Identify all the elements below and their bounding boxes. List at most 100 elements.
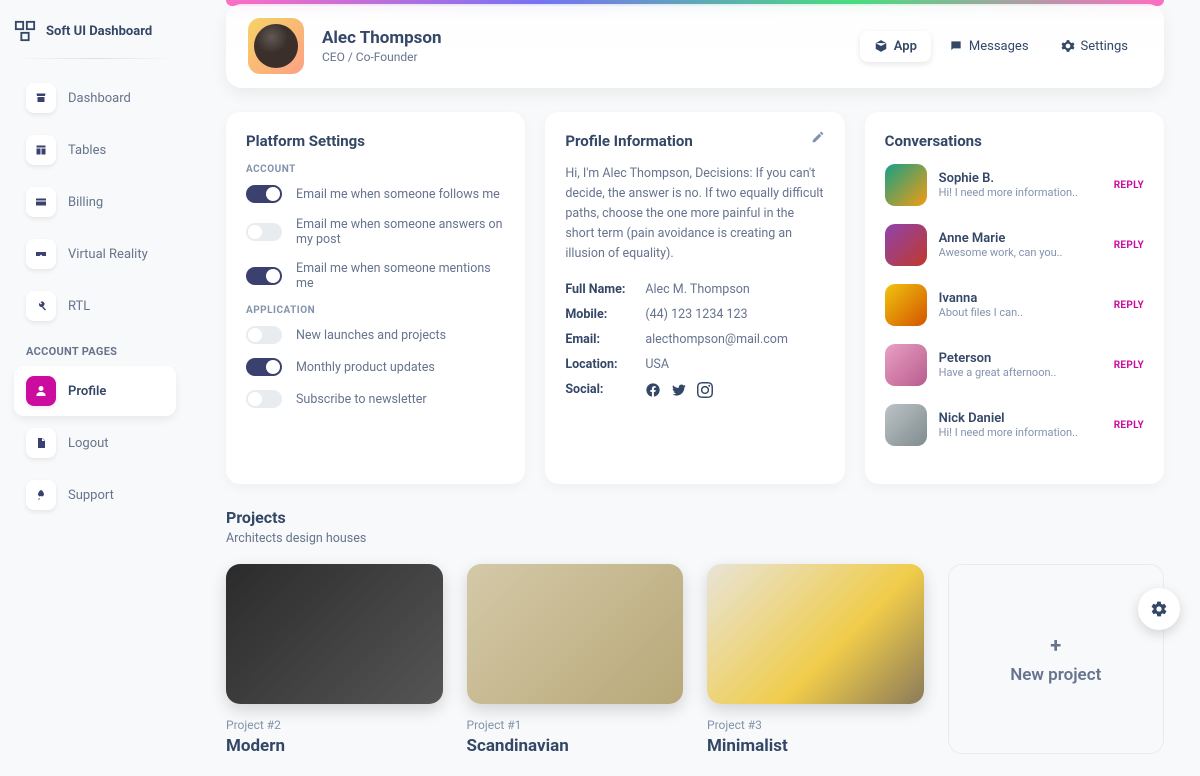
section-label: APPLICATION <box>246 305 505 316</box>
tab-app[interactable]: App <box>860 31 931 62</box>
profile-name: Alec Thompson <box>322 28 442 48</box>
conversation-message: Awesome work, can you.. <box>939 246 1102 259</box>
conversation-row: IvannaAbout files I can.. REPLY <box>885 284 1144 326</box>
nav-label: Virtual Reality <box>68 247 148 262</box>
info-row: Email:alecthompson@mail.com <box>565 332 824 347</box>
toggle-switch[interactable] <box>246 223 282 241</box>
facebook-icon[interactable] <box>645 382 661 398</box>
avatar[interactable] <box>885 224 927 266</box>
toggle-label: New launches and projects <box>296 328 446 343</box>
project-name: Scandinavian <box>467 736 684 756</box>
project-name: Modern <box>226 736 443 756</box>
toggle-row: Subscribe to newsletter <box>246 390 505 408</box>
project-card[interactable]: Project #3Minimalist <box>707 564 924 756</box>
tab-label: Settings <box>1081 39 1128 54</box>
instagram-icon[interactable] <box>697 382 713 398</box>
sidebar-item-support[interactable]: Support <box>14 470 176 520</box>
sidebar: Soft UI Dashboard Dashboard Tables Billing… <box>0 0 190 776</box>
nav-label: Profile <box>68 384 106 399</box>
nav-label: Tables <box>68 143 106 158</box>
card-title: Platform Settings <box>246 132 505 150</box>
avatar[interactable] <box>885 344 927 386</box>
section-label: ACCOUNT <box>246 164 505 175</box>
plus-icon: + <box>1050 633 1061 657</box>
gear-icon <box>1061 39 1075 53</box>
card-icon <box>26 187 56 217</box>
projects-desc: Architects design houses <box>226 531 1164 546</box>
edit-icon[interactable] <box>811 130 825 148</box>
reply-button[interactable]: REPLY <box>1114 180 1144 191</box>
tab-messages[interactable]: Messages <box>935 31 1043 62</box>
sidebar-item-virtual reality[interactable]: Virtual Reality <box>14 229 176 279</box>
profile-role: CEO / Co-Founder <box>322 50 442 64</box>
sidebar-item-dashboard[interactable]: Dashboard <box>14 73 176 123</box>
reply-button[interactable]: REPLY <box>1114 240 1144 251</box>
avatar[interactable] <box>885 164 927 206</box>
toggle-label: Email me when someone mentions me <box>296 261 505 291</box>
avatar[interactable] <box>885 284 927 326</box>
reply-button[interactable]: REPLY <box>1114 300 1144 311</box>
projects-title: Projects <box>226 508 1164 527</box>
toggle-switch[interactable] <box>246 267 282 285</box>
sidebar-item-profile[interactable]: Profile <box>14 366 176 416</box>
rocket-icon <box>26 480 56 510</box>
reply-button[interactable]: REPLY <box>1114 420 1144 431</box>
toggle-label: Email me when someone follows me <box>296 187 500 202</box>
toggle-switch[interactable] <box>246 326 282 344</box>
sidebar-item-logout[interactable]: Logout <box>14 418 176 468</box>
gear-icon <box>1150 600 1168 618</box>
project-tag: Project #2 <box>226 718 443 732</box>
social-label: Social: <box>565 382 645 398</box>
profile-header: Alec Thompson CEO / Co-Founder App Messag… <box>226 4 1164 88</box>
project-image <box>467 564 684 704</box>
tab-label: Messages <box>969 39 1029 54</box>
avatar[interactable] <box>885 404 927 446</box>
toggle-row: Email me when someone answers on my post <box>246 217 505 247</box>
avatar[interactable] <box>248 18 304 74</box>
header-tabs: App Messages Settings <box>860 31 1142 62</box>
toggle-label: Monthly product updates <box>296 360 435 375</box>
sidebar-item-rtl[interactable]: RTL <box>14 281 176 331</box>
toggle-row: Email me when someone mentions me <box>246 261 505 291</box>
conversation-row: Sophie B.Hi! I need more information..RE… <box>885 164 1144 206</box>
tab-settings[interactable]: Settings <box>1047 31 1142 62</box>
new-project-button[interactable]: + New project <box>948 564 1165 754</box>
info-value: (44) 123 1234 123 <box>645 307 747 322</box>
nav-label: Logout <box>68 436 109 451</box>
conversations-card: Conversations Sophie B.Hi! I need more i… <box>865 112 1164 484</box>
conversation-name: Peterson <box>939 351 1102 366</box>
info-key: Location: <box>565 357 645 372</box>
nav-label: Billing <box>68 195 103 210</box>
profile-info-card: Profile Information Hi, I'm Alec Thompso… <box>545 112 844 484</box>
project-image <box>226 564 443 704</box>
tools-icon <box>26 291 56 321</box>
info-value: Alec M. Thompson <box>645 282 749 297</box>
nav-label: Support <box>68 488 114 503</box>
doc-icon <box>26 428 56 458</box>
conversation-message: About files I can.. <box>939 306 1102 319</box>
settings-fab[interactable] <box>1138 588 1180 630</box>
new-project-label: New project <box>1010 665 1101 685</box>
table-icon <box>26 135 56 165</box>
project-card[interactable]: Project #2 Modern <box>226 564 443 756</box>
sidebar-item-billing[interactable]: Billing <box>14 177 176 227</box>
info-value: USA <box>645 357 669 372</box>
toggle-switch[interactable] <box>246 185 282 203</box>
shop-icon <box>26 83 56 113</box>
conversation-name: Nick Daniel <box>939 411 1102 426</box>
conversation-name: Sophie B. <box>939 171 1102 186</box>
reply-button[interactable]: REPLY <box>1114 360 1144 371</box>
conversation-name: Ivanna <box>939 291 1102 306</box>
info-key: Full Name: <box>565 282 645 297</box>
project-tag: Project #3 <box>707 718 924 732</box>
project-card[interactable]: Project #1Scandinavian <box>467 564 684 756</box>
logo[interactable]: Soft UI Dashboard <box>14 20 176 42</box>
toggle-switch[interactable] <box>246 390 282 408</box>
conversation-row: Anne MarieAwesome work, can you..REPLY <box>885 224 1144 266</box>
toggle-switch[interactable] <box>246 358 282 376</box>
nav-header: ACCOUNT PAGES <box>26 345 176 358</box>
twitter-icon[interactable] <box>671 382 687 398</box>
profile-bio: Hi, I'm Alec Thompson, Decisions: If you… <box>565 164 824 264</box>
sidebar-item-tables[interactable]: Tables <box>14 125 176 175</box>
logo-icon <box>14 20 36 42</box>
